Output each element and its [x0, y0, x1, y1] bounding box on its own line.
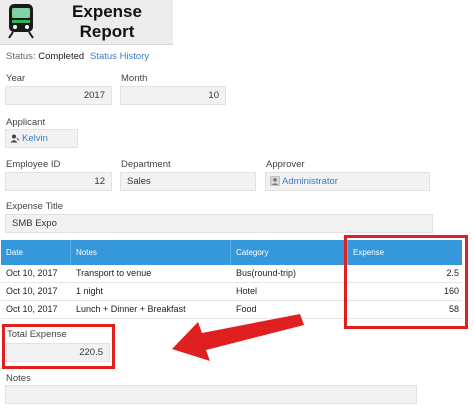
applicant-field[interactable]: Kelvin: [5, 129, 78, 148]
column-header-category: Category: [231, 240, 348, 265]
status-label: Status:: [6, 51, 36, 62]
cell-expense: 2.5: [446, 268, 459, 278]
title-line-2: Report: [79, 22, 135, 41]
user-icon: [270, 176, 280, 187]
month-label: Month: [121, 73, 148, 84]
expense-title-label: Expense Title: [6, 201, 64, 212]
cell-expense: 58: [448, 304, 459, 314]
column-header-date: Date: [1, 240, 71, 265]
app-header: Expense Report: [0, 0, 173, 45]
total-expense-label: Total Expense: [7, 329, 67, 340]
cell-category: Hotel: [236, 286, 258, 296]
status-row: Status: Completed: [6, 51, 84, 62]
red-arrow-icon: [172, 314, 304, 361]
cell-notes: 1 night: [76, 286, 104, 296]
column-header-notes: Notes: [71, 240, 231, 265]
approver-link[interactable]: Administrator: [282, 176, 338, 187]
applicant-label: Applicant: [6, 117, 46, 128]
year-field[interactable]: 2017: [5, 86, 112, 105]
department-label: Department: [121, 159, 171, 170]
notes-field[interactable]: [5, 385, 417, 404]
approver-label: Approver: [266, 159, 305, 170]
department-field[interactable]: Sales: [120, 172, 256, 191]
page-title: Expense Report: [44, 2, 170, 42]
table-row: Oct 10, 2017 1 night Hotel 160: [1, 283, 462, 301]
total-expense-field[interactable]: 220.5: [6, 343, 110, 362]
expense-title-field[interactable]: SMB Expo: [5, 214, 433, 233]
cell-expense: 160: [443, 286, 459, 296]
approver-field[interactable]: Administrator: [265, 172, 430, 191]
cell-date: Oct 10, 2017: [6, 304, 58, 314]
year-label: Year: [6, 73, 26, 84]
employee-id-label: Employee ID: [6, 159, 61, 170]
employee-id-field[interactable]: 12: [5, 172, 112, 191]
cell-notes: Transport to venue: [76, 268, 152, 278]
column-header-expense: Expense: [353, 248, 385, 257]
table-row: Oct 10, 2017 Transport to venue Bus(roun…: [1, 265, 462, 283]
cell-category: Bus(round-trip): [236, 268, 297, 278]
applicant-link[interactable]: Kelvin: [22, 133, 48, 144]
status-history-link[interactable]: Status History: [90, 51, 149, 62]
notes-label: Notes: [6, 373, 31, 384]
cell-date: Oct 10, 2017: [6, 286, 58, 296]
status-value: Completed: [38, 51, 85, 62]
expense-table-header: Date Notes Category Expense: [1, 240, 462, 265]
train-icon: [8, 4, 34, 39]
user-icon: [10, 134, 20, 143]
month-field[interactable]: 10: [120, 86, 226, 105]
cell-date: Oct 10, 2017: [6, 268, 58, 278]
title-line-1: Expense: [72, 2, 142, 21]
